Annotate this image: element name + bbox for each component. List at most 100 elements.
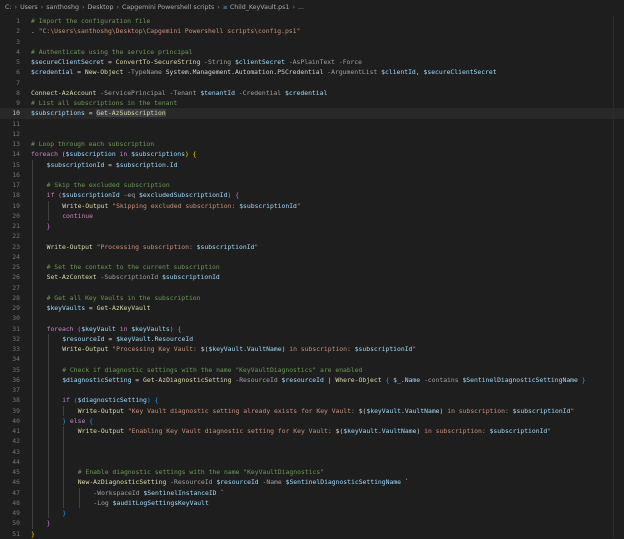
editor-scrollbar[interactable] [613, 16, 624, 538]
code-line[interactable]: 13 # Loop through each subscription [0, 139, 624, 149]
code-token: continue [62, 211, 93, 220]
breadcrumb: C: › Users › santhoshg › Desktop › Capgemini Pow… [0, 0, 624, 16]
code-line[interactable]: 34 [0, 354, 624, 365]
code-token: # Import the configuration file [31, 17, 151, 25]
indent-guide [32, 415, 33, 426]
code-line[interactable]: 41 Write-Output "Enabling Key Vault diagn… [0, 426, 624, 437]
code-line[interactable]: 7 [0, 78, 624, 88]
code-line[interactable]: 3 [0, 37, 624, 47]
code-line[interactable]: 36 $diagnosticSetting = Get-AzDiagnosticS… [0, 374, 624, 385]
code-line[interactable]: 49} [0, 508, 624, 519]
breadcrumb-segment[interactable]: Capgemini Powershell scripts [122, 0, 214, 16]
code-line[interactable]: 21} [0, 221, 624, 232]
code-token: $subscriptionId [46, 160, 105, 169]
line-number: 2 [16, 27, 20, 36]
breadcrumb-segment[interactable]: Users [20, 0, 38, 16]
code-token: in subscription: [285, 345, 355, 353]
code-line[interactable]: 14 foreach ($subscription in $subscriptio… [0, 149, 624, 159]
code-token: VaultName [246, 345, 282, 353]
code-line[interactable]: 27 [0, 282, 624, 293]
code-token: } [62, 509, 67, 517]
code-line[interactable]: 2. "C:\Users\santhoshg\Desktop\Capgemini… [0, 26, 624, 36]
code-line[interactable]: 19 Write-Output "Skipping excluded subscr… [0, 200, 624, 211]
breadcrumb-file[interactable]: Child_KeyVault.ps1 [230, 0, 290, 16]
code-token: = [73, 68, 85, 77]
code-line[interactable]: 38 if ($diagnosticSetting) { [0, 395, 624, 406]
code-area[interactable]: 1 # Import the configuration file 2. "C:\U… [0, 16, 624, 539]
code-line[interactable]: 45 # Enable diagnostic settings with the … [0, 467, 624, 478]
code-line[interactable]: 42 [0, 436, 624, 447]
code-token: $subscriptionId [196, 242, 255, 251]
code-line[interactable]: 47 -WorkspaceId $SentinelInstanceID ` [0, 487, 624, 498]
code-line[interactable]: 1 # Import the configuration file [0, 16, 624, 26]
code-line[interactable]: 28 # Get all Key Vaults in the subscripti… [0, 292, 624, 303]
code-line[interactable]: 8 Connect-AzAccount -ServicePrincipal -Te… [0, 88, 624, 98]
indent-guide [32, 446, 33, 457]
code-line[interactable]: 12 [0, 129, 624, 139]
line-number: 30 [12, 314, 20, 323]
breadcrumb-symbol[interactable]: ... [298, 0, 304, 16]
code-line[interactable]: 37 [0, 385, 624, 396]
indent-guide [63, 487, 65, 498]
code-line[interactable]: 43 [0, 446, 624, 457]
code-token: $subscriptionId [62, 191, 120, 200]
indent-guide [47, 497, 49, 508]
indent-guide [32, 333, 33, 344]
code-line[interactable]: 50} [0, 518, 624, 529]
code-line[interactable]: 9 # List all subscriptions in the tenant [0, 98, 624, 108]
code-line[interactable]: 6 $credential = New-Object -TypeName Syst… [0, 67, 624, 77]
breadcrumb-segment[interactable]: Desktop [87, 0, 113, 16]
code-line[interactable]: 51} [0, 529, 624, 539]
code-token: in [115, 150, 132, 159]
code-line[interactable]: 4 # Authenticate using the service princi… [0, 47, 624, 57]
code-line[interactable]: 46 New-AzDiagnosticSetting -ResourceId $r… [0, 477, 624, 488]
indent-guide [32, 395, 33, 406]
code-line[interactable]: 40} else { [0, 415, 624, 426]
code-line[interactable]: 44 [0, 456, 624, 467]
code-token: -Name [258, 478, 286, 487]
code-line[interactable]: 22 [0, 231, 624, 242]
code-line[interactable]: 23 Write-Output "Processing subscription:… [0, 241, 624, 252]
code-line[interactable]: 10 $subscriptions = Get-AzSubscription [0, 108, 624, 119]
breadcrumb-segment[interactable]: C: [5, 0, 12, 16]
code-token: $subscriptionId [354, 345, 413, 353]
line-number: 11 [12, 119, 20, 128]
code-line[interactable]: 39 Write-Output "Key Vault diagnostic set… [0, 405, 624, 416]
code-token: else [69, 416, 86, 425]
code-line[interactable]: 15 $subscriptionId = $subscription.Id [0, 159, 624, 170]
code-line[interactable]: 48 -Log $auditLogSettingsKeyVault [0, 497, 624, 508]
code-line[interactable]: 5 $secureClientSecret = ConvertTo-SecureS… [0, 57, 624, 67]
code-line[interactable]: 32 $resourceId = $keyVault.ResourceId [0, 333, 624, 344]
code-line[interactable]: 18 if ($subscriptionId -eq $excludedSubsc… [0, 190, 624, 201]
code-line[interactable]: 35 # Check if diagnostic settings with th… [0, 364, 624, 375]
code-token: -Credential [234, 88, 285, 97]
indent-guide [47, 456, 49, 467]
code-line[interactable]: 20 continue [0, 210, 624, 221]
code-token: . [31, 27, 39, 36]
line-number: 4 [16, 47, 20, 56]
code-token: $tenantId [200, 88, 235, 97]
code-text: } [31, 529, 35, 539]
code-line[interactable]: 25 # Set the context to the current subsc… [0, 262, 624, 273]
code-token: $clientSecret [234, 58, 285, 66]
code-line[interactable]: 31 foreach ($keyVault in $keyVaults) { [0, 323, 624, 334]
code-line[interactable]: 11 [0, 119, 624, 129]
code-line[interactable]: 16 [0, 169, 624, 180]
code-text: $credential = New-Object -TypeName Syste… [31, 67, 497, 77]
line-number: 21 [12, 222, 20, 230]
code-line[interactable]: 24 [0, 251, 624, 262]
breadcrumb-segment[interactable]: santhoshg [46, 0, 79, 16]
code-token: System.Management.Automation.PSCredentia… [165, 68, 324, 77]
code-line[interactable]: 29 $keyVaults = Get-AzKeyVault [0, 303, 624, 314]
code-line[interactable]: 33 Write-Output "Processing Key Vault: $(… [0, 344, 624, 355]
code-line[interactable]: 30 [0, 313, 624, 324]
indent-guide [63, 426, 65, 437]
code-text: $subscriptions = Get-AzSubscription [31, 108, 166, 118]
line-number: 44 [12, 457, 20, 466]
code-token: " [570, 406, 575, 415]
code-line[interactable]: 17 # Skip the excluded subscription [0, 180, 624, 191]
code-token: $resourceId [62, 334, 105, 343]
line-number: 48 [12, 498, 20, 507]
code-line[interactable]: 26 Set-AzContext -SubscriptionId $subscri… [0, 272, 624, 283]
code-token: Write-Output [62, 201, 109, 210]
